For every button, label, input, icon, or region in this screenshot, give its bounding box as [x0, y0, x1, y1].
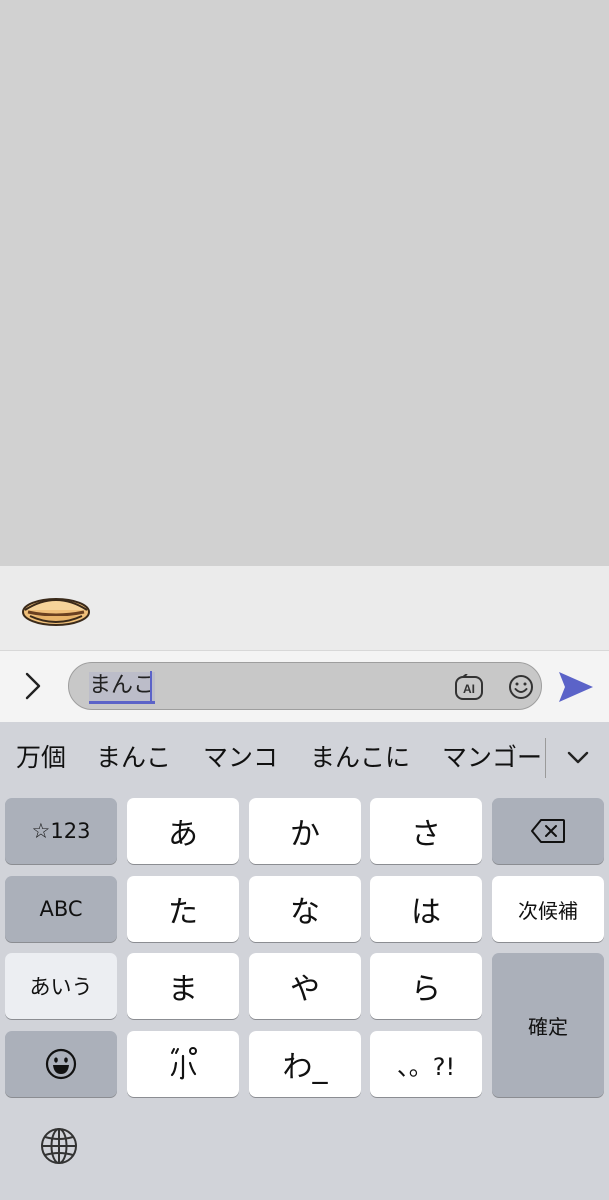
svg-text:AI: AI	[463, 682, 475, 696]
dorayaki-sticker[interactable]	[20, 588, 92, 630]
confirm-key[interactable]: 確定	[492, 953, 604, 1097]
conversion-candidates-bar: 万個 まんこ マンコ まんこに マンゴー	[0, 722, 609, 794]
candidate-item[interactable]: 万個	[16, 741, 66, 775]
grinning-face-icon	[45, 1048, 77, 1080]
message-input-text: まんこ	[89, 672, 156, 704]
kana-mode-key[interactable]: あいう	[5, 953, 117, 1019]
key-ka[interactable]: か	[249, 798, 361, 864]
japanese-keyboard: 万個 まんこ マンコ まんこに マンゴー ☆123 あ か さ ABC た な …	[0, 722, 609, 1200]
next-candidate-key[interactable]: 次候補	[492, 876, 604, 942]
key-ma[interactable]: ま	[127, 953, 239, 1019]
sticker-suggestion-tray	[0, 566, 609, 651]
key-a[interactable]: あ	[127, 798, 239, 864]
dakuten-key[interactable]	[127, 1031, 239, 1097]
chat-area	[0, 0, 609, 566]
key-sa[interactable]: さ	[370, 798, 482, 864]
emoji-key[interactable]	[5, 1031, 117, 1097]
message-input[interactable]: まんこ AI	[68, 662, 542, 710]
key-na[interactable]: な	[249, 876, 361, 942]
key-ya[interactable]: や	[249, 953, 361, 1019]
dakuten-small-icon	[170, 1047, 197, 1080]
key-ta[interactable]: た	[127, 876, 239, 942]
delete-key[interactable]	[492, 798, 604, 864]
symbols-key[interactable]: ☆123	[5, 798, 117, 864]
key-ra[interactable]: ら	[370, 953, 482, 1019]
globe-icon[interactable]	[39, 1126, 79, 1166]
candidate-item[interactable]: マンコ	[203, 741, 278, 775]
candidate-item[interactable]: まんこ	[96, 741, 171, 775]
ai-icon[interactable]: AI	[454, 673, 484, 702]
backspace-icon	[531, 819, 565, 843]
text-caret	[150, 671, 152, 701]
abc-key[interactable]: ABC	[5, 876, 117, 942]
punctuation-key[interactable]: 、。?!	[370, 1031, 482, 1097]
chevron-down-icon[interactable]	[564, 746, 592, 770]
key-ha[interactable]: は	[370, 876, 482, 942]
candidate-item[interactable]: マンゴー	[442, 741, 543, 775]
key-wa[interactable]: わ_	[249, 1031, 361, 1097]
smiley-icon[interactable]	[507, 673, 535, 701]
send-icon[interactable]	[557, 669, 595, 705]
chevron-right-icon[interactable]	[18, 669, 48, 703]
candidate-item[interactable]: まんこに	[310, 741, 410, 775]
candidate-divider	[545, 738, 546, 778]
message-input-bar: まんこ AI	[0, 651, 609, 722]
